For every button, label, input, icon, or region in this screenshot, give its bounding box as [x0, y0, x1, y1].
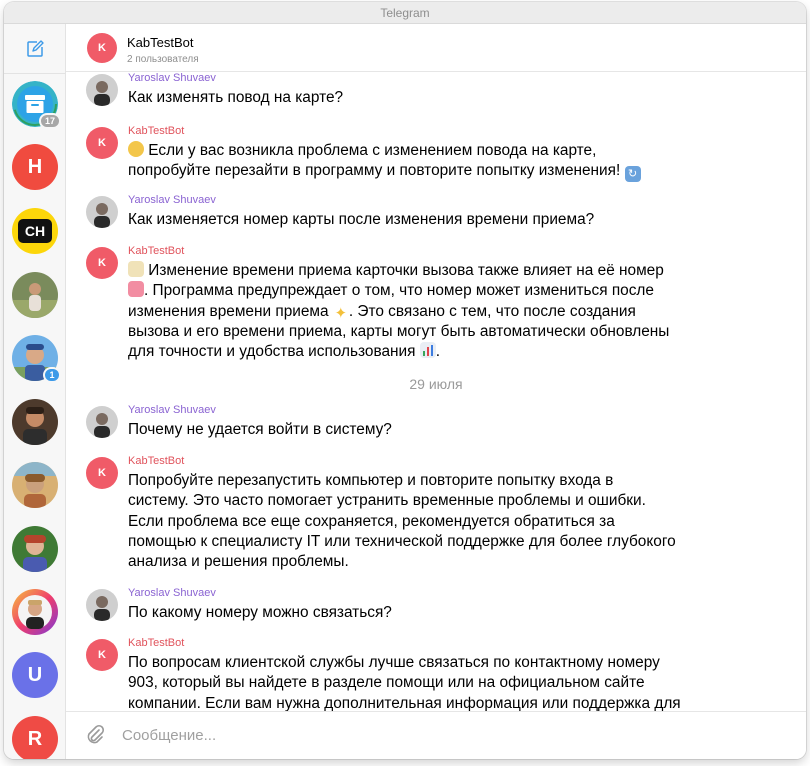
sidebar-chat-ch[interactable]: CH: [12, 208, 58, 254]
sender-name: KabTestBot: [128, 245, 185, 257]
sender-name: Yaroslav Shuvaev: [128, 72, 216, 84]
sender-name: Yaroslav Shuvaev: [128, 194, 216, 206]
chat-avatar[interactable]: K: [87, 33, 117, 63]
chat-header[interactable]: K KabTestBot 2 пользователя: [66, 24, 806, 72]
message-text: По вопросам клиентской службы лучше связ…: [128, 654, 681, 712]
avatar-photo: [12, 526, 58, 572]
avatar-photo: [12, 589, 58, 635]
sidebar-chat-photo-4[interactable]: [12, 462, 58, 508]
message-text: Как изменять повод на карте?: [128, 89, 344, 106]
thinking-emoji-icon: [128, 141, 144, 157]
message-composer: [66, 711, 806, 759]
message-text: Попробуйте перезапустить компьютер и пов…: [128, 472, 676, 571]
sidebar-chat-archive[interactable]: 17: [12, 81, 61, 129]
sender-name: KabTestBot: [128, 455, 185, 467]
chat-title: KabTestBot: [127, 35, 194, 50]
message-text: Как изменяется номер карты после изменен…: [128, 211, 595, 228]
sparkles-emoji-icon: ✦: [334, 304, 348, 322]
sender-avatar[interactable]: K: [86, 457, 118, 489]
chat-subtitle: 2 пользователя: [127, 54, 199, 65]
sidebar-chat-photo-1[interactable]: [12, 272, 58, 318]
telegram-window: Telegram 17 H CH 1 U R K KabTestBot 2 по…: [4, 2, 806, 759]
avatar-photo: [12, 462, 58, 508]
sender-name: KabTestBot: [128, 637, 185, 649]
user-photo: [86, 589, 118, 621]
avatar-letter: R: [27, 727, 43, 750]
sender-avatar[interactable]: [86, 589, 118, 621]
unread-badge: 1: [43, 367, 61, 383]
channel-logo: CH: [18, 219, 52, 243]
window-title: Telegram: [380, 5, 430, 20]
compose-button[interactable]: [4, 24, 66, 74]
compose-icon: [27, 39, 44, 57]
refresh-emoji-icon: ↻: [624, 166, 641, 183]
sender-name: Yaroslav Shuvaev: [128, 587, 216, 599]
sidebar-chat-u[interactable]: U: [12, 652, 58, 698]
sidebar-chat-photo-6[interactable]: [12, 589, 58, 635]
user-photo: [86, 406, 118, 438]
ticket-emoji-icon: [128, 281, 144, 298]
message-input[interactable]: [122, 722, 762, 748]
user-photo: [86, 196, 118, 228]
sidebar-chat-h[interactable]: H: [12, 144, 58, 190]
sender-avatar[interactable]: [86, 406, 118, 438]
sender-name: KabTestBot: [128, 125, 185, 137]
paperclip-icon[interactable]: [84, 724, 106, 746]
logo-text: CH: [24, 223, 46, 239]
avatar-letter: K: [98, 137, 106, 149]
sidebar-chat-r[interactable]: R: [12, 716, 58, 759]
avatar-letter: K: [98, 649, 106, 661]
message-text: По какому номеру можно связаться?: [128, 604, 392, 621]
user-photo: [86, 74, 118, 106]
sidebar-chat-photo-5[interactable]: [12, 526, 58, 572]
sender-avatar[interactable]: K: [86, 127, 118, 159]
memo-emoji-icon: [128, 261, 144, 277]
avatar-letter: K: [98, 257, 106, 269]
chart-emoji-icon: [419, 342, 436, 359]
message-text: Изменение времени приема карточки вызова…: [128, 261, 670, 361]
sender-avatar[interactable]: [86, 74, 118, 106]
sender-avatar[interactable]: K: [86, 247, 118, 279]
message-text: Если у вас возникла проблема с изменение…: [128, 141, 728, 183]
sender-avatar[interactable]: K: [86, 639, 118, 671]
sender-name: Yaroslav Shuvaev: [128, 404, 216, 416]
avatar-letter: U: [27, 663, 43, 686]
avatar-photo: [12, 399, 58, 445]
unread-badge: 17: [38, 113, 61, 129]
chat-avatar-letter: K: [98, 42, 106, 54]
chat-list-sidebar: 17 H CH 1 U R: [4, 24, 66, 759]
sidebar-chat-photo-2[interactable]: 1: [12, 335, 61, 383]
message-text: Почему не удается войти в систему?: [128, 421, 392, 438]
avatar-letter: K: [98, 467, 106, 479]
message-list[interactable]: Yaroslav Shuvaev Как изменять повод на к…: [66, 72, 806, 712]
avatar-photo: [12, 272, 58, 318]
sidebar-chat-photo-3[interactable]: [12, 399, 58, 445]
sender-avatar[interactable]: [86, 196, 118, 228]
avatar-letter: H: [27, 155, 43, 178]
window-titlebar: Telegram: [4, 2, 806, 24]
date-separator: 29 июля: [409, 376, 463, 392]
